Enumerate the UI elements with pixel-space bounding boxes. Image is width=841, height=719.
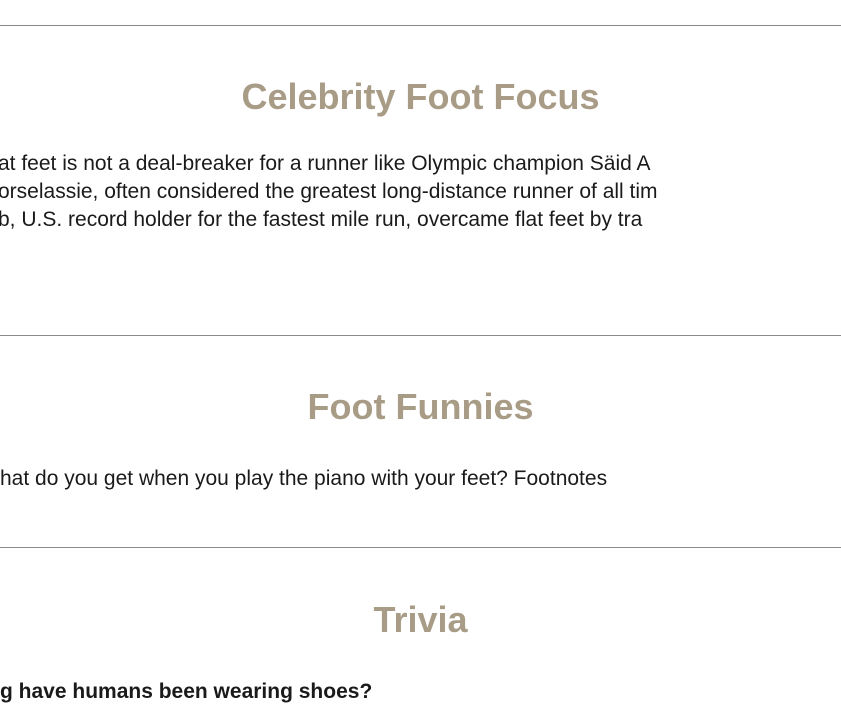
section-title-celebrity-foot-focus: Celebrity Foot Focus bbox=[241, 76, 600, 117]
trivia-question: g have humans been wearing shoes? bbox=[0, 680, 373, 703]
divider-top bbox=[0, 25, 841, 26]
divider-lower bbox=[0, 547, 841, 548]
celebrity-paragraph-line-2: orselassie, often considered the greates… bbox=[0, 180, 658, 203]
section-title-trivia: Trivia bbox=[373, 599, 468, 640]
divider-middle bbox=[0, 335, 841, 336]
section-title-foot-funnies: Foot Funnies bbox=[307, 386, 534, 427]
celebrity-paragraph: at feet is not a deal-breaker for a runn… bbox=[0, 150, 841, 234]
celebrity-paragraph-line-1: at feet is not a deal-breaker for a runn… bbox=[0, 152, 651, 175]
celebrity-paragraph-line-3: b, U.S. record holder for the fastest mi… bbox=[0, 208, 643, 231]
foot-funnies-paragraph: hat do you get when you play the piano w… bbox=[0, 467, 608, 490]
